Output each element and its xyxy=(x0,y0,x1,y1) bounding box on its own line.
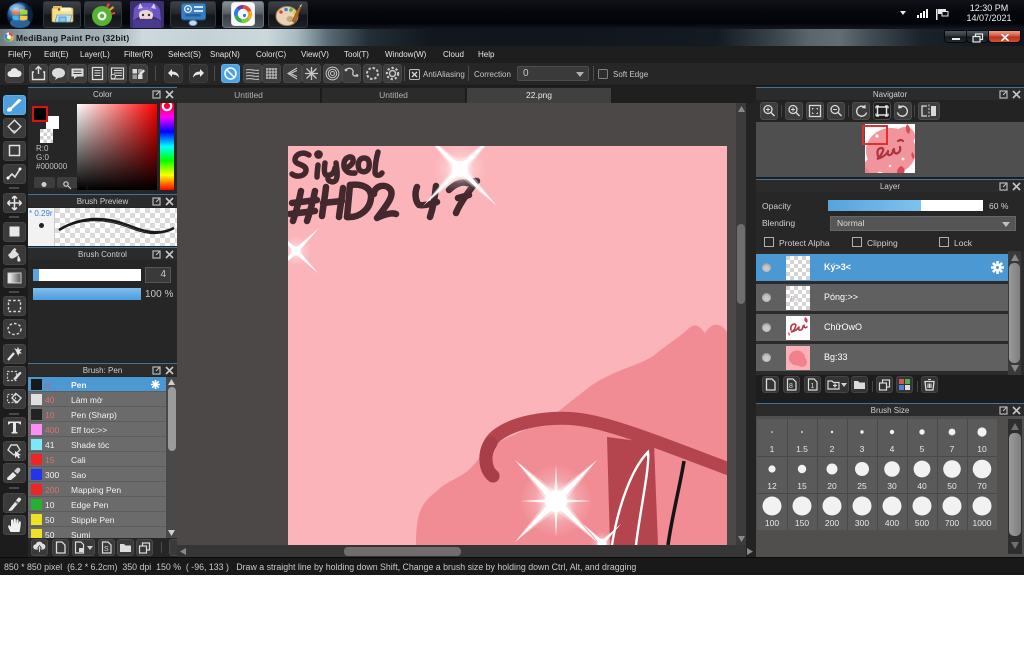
svg-text:700: 700 xyxy=(945,518,959,528)
svg-text:1.5: 1.5 xyxy=(796,444,808,454)
svg-text:50: 50 xyxy=(947,481,957,491)
svg-text:20: 20 xyxy=(827,481,837,491)
svg-text:10: 10 xyxy=(977,444,987,454)
svg-text:200: 200 xyxy=(825,518,839,528)
svg-text:2: 2 xyxy=(830,444,835,454)
svg-text:8: 8 xyxy=(789,383,793,390)
svg-text:400: 400 xyxy=(885,518,899,528)
svg-text:7: 7 xyxy=(950,444,955,454)
svg-text:S: S xyxy=(104,546,109,553)
svg-text:25: 25 xyxy=(857,481,867,491)
svg-text:12: 12 xyxy=(767,481,777,491)
svg-text:70: 70 xyxy=(977,481,987,491)
svg-text:100: 100 xyxy=(765,518,779,528)
svg-text:Po: Po xyxy=(789,295,798,303)
svg-text:15: 15 xyxy=(797,481,807,491)
svg-text:300: 300 xyxy=(855,518,869,528)
svg-text:1: 1 xyxy=(770,444,775,454)
svg-text:40: 40 xyxy=(917,481,927,491)
svg-text:3: 3 xyxy=(860,444,865,454)
svg-text:150: 150 xyxy=(795,518,809,528)
svg-text:500: 500 xyxy=(915,518,929,528)
svg-text:5: 5 xyxy=(920,444,925,454)
svg-text:1: 1 xyxy=(811,383,815,390)
svg-text:30: 30 xyxy=(887,481,897,491)
svg-text:1000: 1000 xyxy=(973,518,992,528)
svg-text:4: 4 xyxy=(890,444,895,454)
